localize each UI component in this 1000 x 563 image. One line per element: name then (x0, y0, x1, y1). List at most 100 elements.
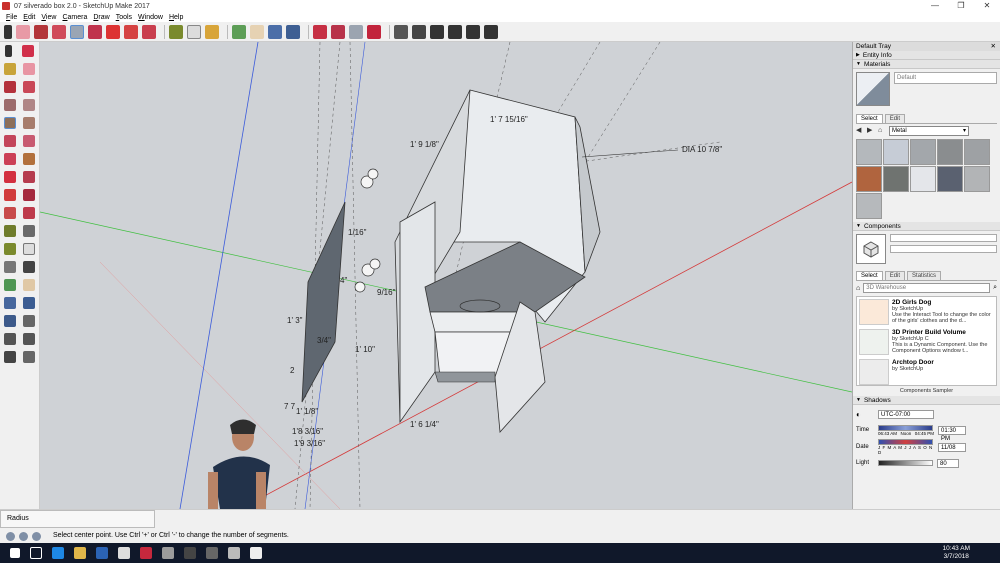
material-swatch[interactable] (964, 139, 990, 165)
forward-arrow-icon[interactable]: ▶ (867, 127, 875, 135)
extension-warehouse-icon[interactable] (331, 24, 345, 39)
sketchup-taskbar-icon[interactable] (140, 547, 152, 559)
modeling-viewport[interactable]: 1' 7 15/16" 1' 9 1/8" DIA 10 7/8" 1/16" … (40, 42, 852, 509)
components-header[interactable]: ▼ Components (853, 222, 1000, 231)
pie-tool-icon[interactable] (23, 153, 36, 165)
move-tool-icon[interactable] (106, 24, 120, 39)
materials-header[interactable]: ▼ Materials (853, 60, 1000, 69)
zoom-extents-icon[interactable] (3, 315, 16, 327)
two-point-arc-icon[interactable] (23, 135, 36, 147)
section-plane-icon[interactable] (23, 351, 36, 363)
axes-icon[interactable] (3, 261, 16, 273)
search-icon[interactable]: ⌕ (993, 284, 997, 292)
model-canvas[interactable] (40, 42, 852, 509)
top-view-icon[interactable] (412, 24, 426, 39)
material-swatch[interactable] (937, 139, 963, 165)
close-tray-icon[interactable]: ✕ (991, 42, 996, 51)
share-model-icon[interactable] (349, 24, 363, 39)
material-swatch[interactable] (964, 166, 990, 192)
list-item[interactable]: 3D Printer Build Volume by SketchUp C Th… (857, 327, 996, 357)
pushpull-icon[interactable] (23, 171, 36, 183)
credits-icon[interactable] (19, 532, 28, 541)
pan-icon[interactable] (23, 279, 36, 291)
shape-tool-icon[interactable] (70, 24, 84, 39)
iso-view-icon[interactable] (394, 24, 408, 39)
material-swatch[interactable] (883, 166, 909, 192)
ruby-icon[interactable] (367, 24, 381, 39)
zoom-icon[interactable] (3, 297, 16, 309)
three-point-arc-icon[interactable] (3, 153, 16, 165)
left-view-icon[interactable] (484, 24, 498, 39)
paint-bucket-icon[interactable] (3, 63, 16, 75)
follow-me-icon[interactable] (23, 189, 36, 201)
back-arrow-icon[interactable]: ◀ (856, 127, 864, 135)
freehand-tool-icon[interactable] (23, 81, 36, 93)
eraser-icon[interactable] (23, 63, 36, 75)
front-view-icon[interactable] (430, 24, 444, 39)
select-arrow-icon[interactable] (5, 45, 12, 57)
material-name-field[interactable]: Default (894, 72, 997, 84)
rotated-rectangle-icon[interactable] (23, 99, 36, 111)
maximize-button[interactable]: ❐ (948, 0, 974, 12)
material-swatch[interactable] (856, 166, 882, 192)
shadows-header[interactable]: ▼ Shadows (853, 396, 1000, 405)
menu-camera[interactable]: Camera (62, 14, 87, 21)
material-swatch[interactable] (856, 139, 882, 165)
paint-bucket-icon[interactable] (205, 24, 219, 39)
make-component-icon[interactable] (22, 45, 34, 57)
menu-edit[interactable]: Edit (23, 14, 35, 21)
store-icon[interactable] (96, 547, 108, 559)
warehouse-icon[interactable] (313, 24, 327, 39)
position-camera-icon[interactable] (3, 333, 16, 345)
taskbar-clock[interactable]: 10:43 AM 3/7/2018 (943, 545, 970, 561)
look-around-icon[interactable] (23, 333, 36, 345)
menu-window[interactable]: Window (138, 14, 163, 21)
tab-edit[interactable]: Edit (884, 271, 906, 280)
zoom-extents-icon[interactable] (286, 24, 300, 39)
offset-tool-icon[interactable] (142, 24, 156, 39)
time-field[interactable]: 01:30 PM (938, 425, 966, 442)
menu-tools[interactable]: Tools (116, 14, 132, 21)
rectangle-tool-icon[interactable] (3, 99, 16, 111)
warehouse-search-input[interactable]: 3D Warehouse (863, 283, 991, 293)
orbit-tool-icon[interactable] (232, 24, 246, 39)
menu-file[interactable]: File (6, 14, 17, 21)
pushpull-tool-icon[interactable] (88, 24, 102, 39)
close-button[interactable]: ✕ (974, 0, 1000, 12)
select-tool-icon[interactable] (4, 24, 12, 39)
mail-icon[interactable] (250, 547, 262, 559)
zoom-tool-icon[interactable] (268, 24, 282, 39)
pencil-tool-icon[interactable] (34, 24, 48, 39)
protractor-icon[interactable] (3, 243, 16, 255)
rotate-icon[interactable] (3, 189, 16, 201)
help-icon[interactable] (32, 532, 41, 541)
windows-start-icon[interactable] (10, 548, 20, 558)
text-tool-icon[interactable] (187, 24, 201, 39)
zoom-window-icon[interactable] (23, 297, 36, 309)
right-view-icon[interactable] (448, 24, 462, 39)
material-swatch[interactable] (883, 139, 909, 165)
back-view-icon[interactable] (466, 24, 480, 39)
scale-icon[interactable] (3, 207, 16, 219)
tab-statistics[interactable]: Statistics (907, 271, 942, 280)
text-icon[interactable] (23, 243, 36, 255)
sketchup-doc-icon[interactable] (162, 547, 174, 559)
home-icon[interactable]: ⌂ (856, 285, 860, 292)
arc-tool-icon[interactable] (52, 24, 66, 39)
light-field[interactable]: 80 (937, 458, 959, 468)
edge-browser-icon[interactable] (52, 547, 64, 559)
material-library-select[interactable]: Metal (889, 126, 969, 136)
photos-icon[interactable] (118, 547, 130, 559)
walk-icon[interactable] (3, 351, 16, 363)
eraser-tool-icon[interactable] (16, 24, 30, 39)
list-item[interactable]: 2D Girls Dog by SketchUp Use the Interac… (857, 297, 996, 327)
calculator-icon[interactable] (228, 547, 240, 559)
minimize-button[interactable]: — (922, 0, 948, 12)
light-slider[interactable] (878, 460, 933, 466)
tape-measure-icon[interactable] (3, 225, 16, 237)
menu-help[interactable]: Help (169, 14, 183, 21)
material-swatch[interactable] (910, 166, 936, 192)
move-icon[interactable] (3, 171, 16, 183)
material-swatch[interactable] (937, 166, 963, 192)
menu-draw[interactable]: Draw (93, 14, 109, 21)
